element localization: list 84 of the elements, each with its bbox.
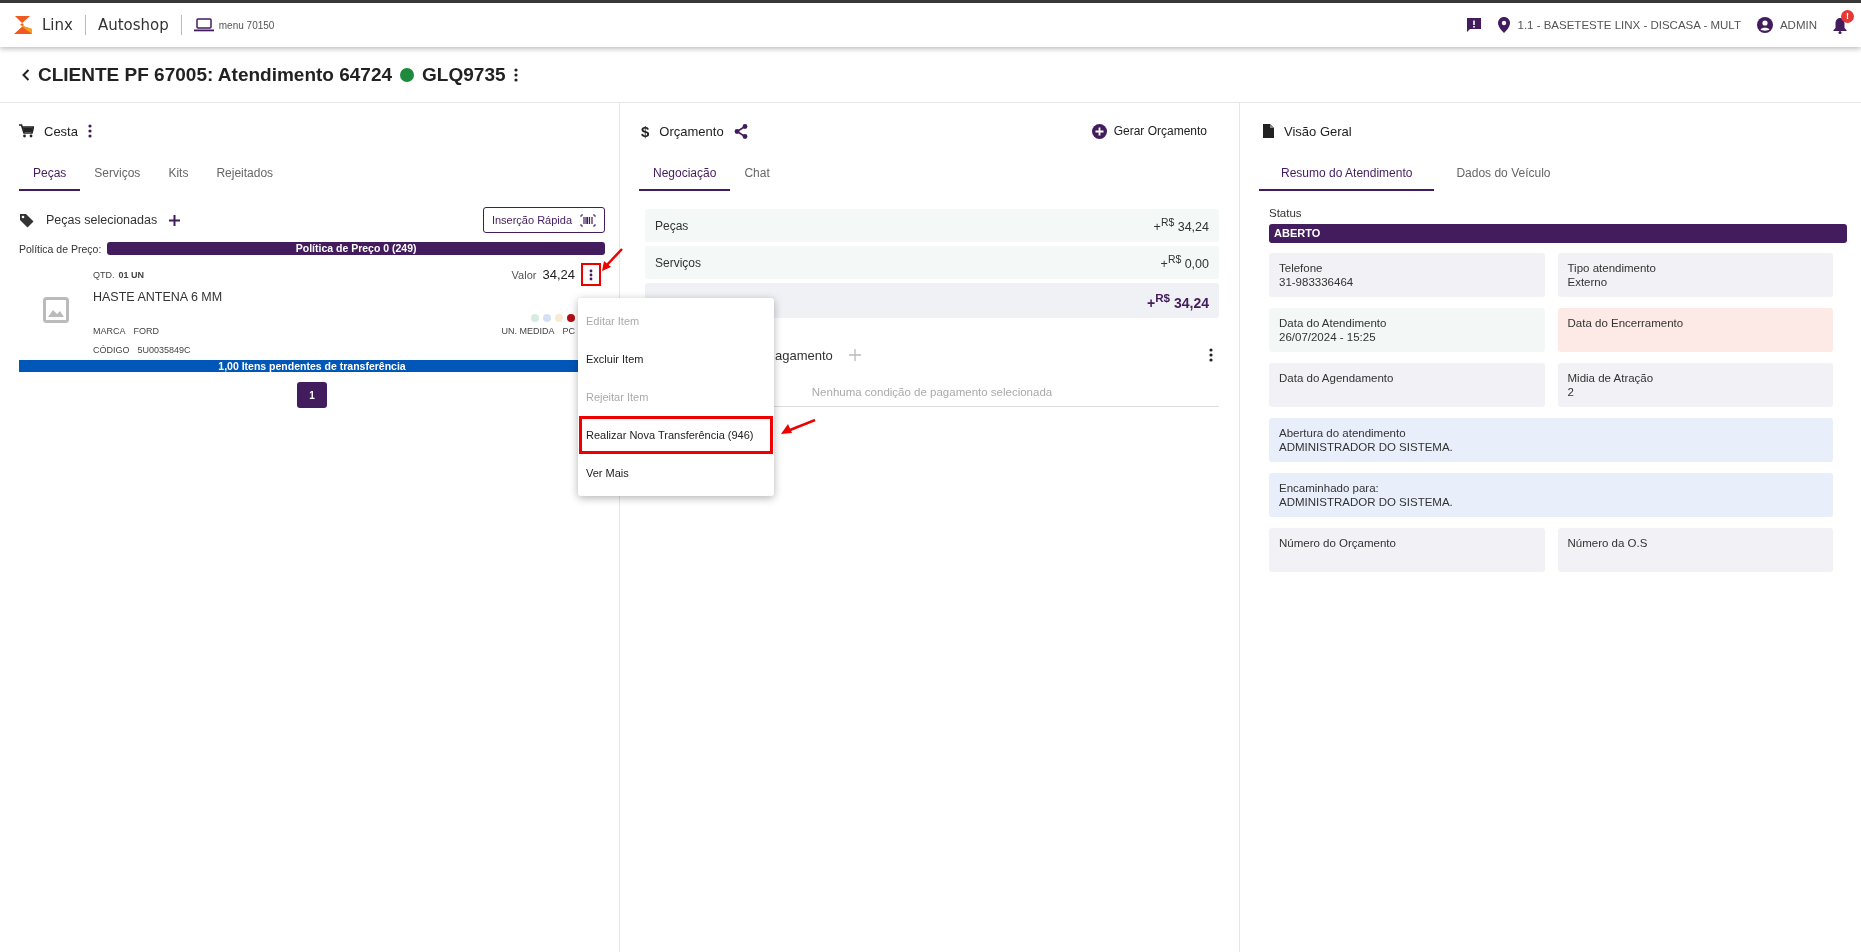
card-label: Midia de Atração: [1567, 371, 1655, 385]
quantity-value: 01 UN: [118, 269, 144, 280]
card-value: ADMINISTRADOR DO SISTEMA.: [1279, 495, 1454, 509]
menu-item[interactable]: Realizar Nova Transferência (946): [579, 416, 773, 454]
card-label: Abertura do atendimento: [1279, 426, 1407, 440]
tag-icon: [19, 212, 34, 228]
status-label: Status: [1269, 207, 1303, 219]
tab[interactable]: Serviços: [80, 157, 155, 191]
card-value: 2: [1567, 385, 1575, 399]
row-label: Peças: [655, 218, 689, 233]
notification-badge: !: [1841, 9, 1854, 23]
item-name: HASTE ANTENA 6 MM: [93, 290, 223, 304]
section-title: Peças selecionadas: [46, 213, 158, 227]
plus-icon[interactable]: [169, 214, 181, 226]
tab[interactable]: Rejeitados: [202, 157, 288, 191]
tab[interactable]: Chat: [730, 157, 784, 191]
row-amount: +$^{R$}$ 34,24: [1146, 290, 1209, 311]
bell-icon[interactable]: [1833, 16, 1847, 34]
card-label: Número da O.S: [1567, 536, 1649, 550]
cart-icon: [19, 124, 34, 138]
item-value: 34,24: [542, 267, 575, 282]
unit-value: PC: [562, 326, 575, 336]
share-icon[interactable]: [733, 123, 748, 139]
dollar-icon: $: [641, 122, 650, 140]
location-pin-icon: [1498, 17, 1511, 33]
code-label: CÓDIGO: [93, 345, 130, 355]
laptop-icon: [193, 18, 214, 32]
section-title: agamento: [775, 347, 833, 363]
card-label: Número do Orçamento: [1279, 536, 1397, 550]
card-label: Data do Agendamento: [1279, 371, 1395, 385]
quantity-label: QTD.: [93, 269, 115, 280]
back-icon[interactable]: [22, 68, 30, 81]
row-amount: +$^{R$}$ 0,00: [1160, 253, 1209, 272]
card-label: Tipo atendimento: [1567, 261, 1657, 275]
tab[interactable]: Resumo do Atendimento: [1259, 157, 1435, 191]
more-icon[interactable]: [1209, 348, 1213, 362]
card-value: ADMINISTRADOR DO SISTEMA.: [1279, 440, 1454, 454]
panel-title: Orçamento: [659, 123, 724, 139]
menu-label: menu 70150: [218, 19, 275, 31]
barcode-icon: [580, 213, 596, 227]
quick-insert-button[interactable]: Inserção Rápida: [482, 207, 605, 233]
brand-value: FORD: [133, 326, 159, 336]
more-icon[interactable]: [87, 124, 92, 138]
feedback-icon[interactable]: [1466, 17, 1483, 33]
row-label: Serviços: [655, 255, 701, 270]
value-label: Valor: [511, 268, 537, 281]
user-name[interactable]: ADMIN: [1779, 19, 1817, 31]
more-icon: [589, 268, 593, 281]
more-button[interactable]: [583, 265, 599, 284]
unit-label: UN. MEDIDA: [501, 326, 555, 336]
price-policy-label: Política de Preço:: [19, 242, 102, 255]
tab[interactable]: Peças: [19, 157, 81, 191]
tab[interactable]: Negociação: [639, 157, 731, 191]
generate-budget-button[interactable]: Gerar Orçamento: [1085, 122, 1213, 140]
tab[interactable]: Kits: [154, 157, 203, 191]
card-label: Data do Atendimento: [1279, 316, 1388, 330]
document-icon: [1263, 124, 1274, 138]
row-amount: +$^{R$}$ 34,24: [1153, 216, 1209, 235]
card-label: Data do Encerramento: [1567, 316, 1685, 330]
logo-icon: [12, 15, 34, 35]
price-policy-bar: Política de Preço 0 (249): [107, 242, 605, 255]
brand-label: MARCA: [93, 326, 126, 336]
status-bar: ABERTO: [1269, 224, 1847, 243]
tab[interactable]: Dados do Veículo: [1434, 157, 1573, 191]
license-plate: GLQ9735: [422, 63, 506, 86]
card-value: 26/07/2024 - 15:25: [1279, 330, 1377, 344]
location-label[interactable]: 1.1 - BASETESTE LINX - DISCASA - MULT: [1517, 19, 1741, 31]
product-name: Autoshop: [97, 16, 169, 34]
card-value: Externo: [1567, 275, 1609, 289]
card-label: Telefone: [1279, 261, 1324, 275]
code-value: 5U0035849C: [137, 345, 191, 355]
page-button[interactable]: 1: [297, 382, 327, 408]
plus-circle-icon: [1091, 123, 1107, 139]
more-icon[interactable]: [513, 67, 518, 82]
panel-title: Cesta: [44, 123, 78, 139]
card-label: Encaminhado para:: [1279, 481, 1380, 495]
panel-title: Visão Geral: [1284, 123, 1352, 139]
annotation-arrow: [601, 248, 623, 272]
annotation-arrow: [780, 419, 816, 435]
user-avatar-icon: [1756, 17, 1773, 33]
brand-name: Linx: [42, 16, 73, 34]
card-value: 31-983336464: [1279, 275, 1355, 289]
page-title: CLIENTE PF 67005: Atendimento 64724: [38, 63, 393, 86]
image-placeholder-icon: [43, 297, 69, 323]
